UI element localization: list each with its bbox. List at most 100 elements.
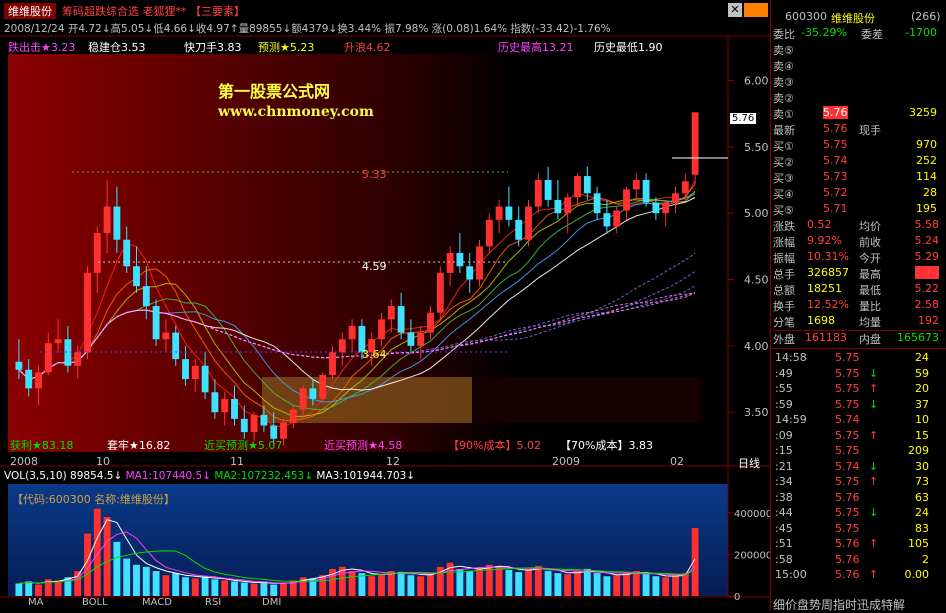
volume-bar: [466, 571, 474, 596]
tab-macd[interactable]: MACD: [142, 597, 172, 611]
sell-row: 卖③: [773, 74, 943, 90]
volume-bar: [407, 575, 415, 596]
tick-time: :38: [775, 490, 793, 504]
tick-arrow: ↓: [869, 506, 879, 519]
tick-volume: 105: [908, 537, 929, 550]
flag-icon[interactable]: [744, 3, 768, 17]
volume-bar: [378, 574, 385, 596]
signal-jinmai-2: 近买预测★4.58: [324, 439, 403, 452]
tab-ma[interactable]: MA: [28, 597, 43, 611]
candle-body: [35, 372, 42, 389]
candle-body: [113, 206, 121, 240]
candle-body: [172, 332, 180, 360]
volume-tick-label: 200000: [734, 550, 770, 561]
tick-price: 5.75: [835, 521, 860, 535]
tick-time: 14:58: [775, 351, 807, 364]
volume-bar: [495, 565, 503, 596]
tick-arrow: ↑: [869, 428, 879, 442]
tick-row: 14:58 5.75 24: [773, 351, 943, 367]
volume-bar: [231, 581, 238, 596]
candle-body: [515, 219, 523, 240]
tick-row: :09 5.75 ↑ 15: [773, 429, 943, 445]
stat-label: 振幅: [773, 252, 795, 265]
candle-body: [74, 352, 82, 366]
volume-bar: [623, 572, 630, 596]
candle-body: [662, 202, 670, 214]
candle-body: [623, 189, 630, 211]
stat-label: 今开: [859, 252, 881, 265]
x-tick-label: 11: [230, 455, 244, 468]
volume-bar: [613, 575, 621, 596]
volume-bar: [603, 576, 611, 596]
period-label[interactable]: 日线: [738, 455, 760, 471]
vol-ma3: MA3:101944.703↓: [316, 470, 416, 482]
tab-dmi[interactable]: DMI: [262, 597, 281, 611]
candle-body: [221, 398, 229, 413]
tick-time: :45: [775, 521, 793, 535]
tab-rsi[interactable]: RSI: [205, 597, 221, 611]
volume-bar: [672, 575, 679, 596]
tick-time: :21: [775, 459, 793, 473]
tick-arrow: ↑: [869, 475, 879, 488]
weicha-label: 委差: [861, 28, 883, 41]
x-tick-label: 2009: [552, 455, 580, 468]
volume-bar: [397, 572, 405, 596]
candle-body: [319, 375, 327, 399]
volume-bar: [152, 571, 160, 596]
signal-cost-70: 【70%成本】3.83: [560, 439, 653, 452]
panel-footer[interactable]: 细价盘势周指时迅成特解: [773, 596, 905, 613]
stat-value: 9.92%: [807, 234, 842, 247]
tick-time: :55: [775, 382, 793, 395]
stat-row: 总手 326857 最高 5.76: [773, 266, 943, 282]
main-chart-svg: 3.50 4.00 4.50 5.00 5.50 6.00 0 200000 400000: [0, 35, 770, 603]
candle-body: [681, 181, 689, 194]
tick-volume: 37: [915, 397, 929, 411]
x-tick-label: 02: [670, 455, 684, 468]
volume-bar: [348, 571, 356, 596]
waipan-label: 外盘: [773, 333, 795, 346]
stat-value: 5.58: [914, 218, 940, 231]
stat-value: 5.76: [914, 266, 939, 279]
volume-bar: [564, 574, 572, 596]
stat-value: 192: [918, 314, 939, 327]
buy-volume: 195: [916, 202, 937, 215]
volume-bar: [211, 579, 219, 596]
tick-row: :59 5.75 ↓ 37: [773, 398, 943, 414]
close-icon[interactable]: ✕: [728, 3, 742, 17]
volume-bar: [632, 571, 640, 596]
candle-body: [466, 266, 474, 280]
buy-row: 买③ 5.73 114: [773, 170, 943, 186]
stat-value: 10.31%: [807, 250, 849, 263]
volume-bar: [583, 568, 591, 596]
sell-row: 卖④: [773, 58, 943, 74]
volume-bar: [172, 573, 180, 596]
tick-volume: 59: [915, 366, 929, 380]
kline-chart-area[interactable]: 维维股份 筹码超跌综合选 老狐狸** 【三要素】 2008/12/24 开4.7…: [0, 0, 770, 611]
stat-label: 均价: [859, 220, 881, 233]
volume-bar: [681, 573, 689, 596]
stat-label: 涨跌: [773, 220, 795, 233]
tick-list: 14:58 5.75 24:49 5.75 ↓ 59:55 5.75 ↑ 20:59 5.75 ↓ 3…: [771, 348, 946, 581]
tick-time: :15: [775, 444, 793, 457]
stat-label: 换手: [773, 300, 795, 313]
buy-row: 买① 5.75 970: [773, 138, 943, 154]
candle-body: [691, 112, 699, 175]
volume-bar: [427, 573, 434, 596]
volume-bar: [593, 573, 601, 596]
volume-bar: [201, 576, 209, 596]
buy-label: 买⑤: [773, 204, 794, 217]
candle-body: [329, 352, 336, 376]
candle-body: [574, 176, 581, 198]
buy-price: 5.71: [823, 202, 848, 215]
candle-body: [338, 339, 346, 353]
x-tick-label: 2008: [10, 455, 38, 468]
sell-label: 卖④: [773, 60, 794, 73]
candle-body: [544, 180, 552, 200]
signal-history-high: 历史最高13.21: [498, 41, 574, 54]
candle-body: [427, 312, 434, 333]
candle-body: [534, 180, 542, 207]
tab-boll[interactable]: BOLL: [82, 597, 108, 611]
level-label-c: 3.64: [362, 348, 387, 361]
tick-time: :49: [775, 366, 793, 380]
quote-code: 600300: [785, 10, 827, 23]
